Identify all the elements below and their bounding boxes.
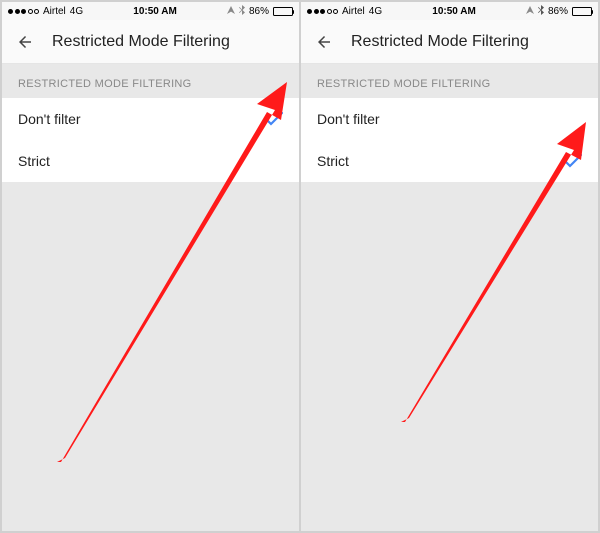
phone-screen-right: Airtel 4G 10:50 AM 86% Restricted Mode F… [299,2,598,531]
back-arrow-icon[interactable] [16,33,34,51]
signal-strength-icon [307,9,338,14]
option-dont-filter[interactable]: Don't filter [301,98,598,140]
battery-icon [572,7,592,16]
carrier-label: Airtel [43,6,66,17]
checkmark-icon [564,154,582,168]
page-header: Restricted Mode Filtering [2,20,299,64]
section-label: RESTRICTED MODE FILTERING [301,64,598,98]
clock-label: 10:50 AM [432,6,476,17]
signal-strength-icon [8,9,39,14]
comparison-container: Airtel 4G 10:50 AM 86% Restricted Mode F… [0,0,600,533]
location-icon [227,6,235,17]
carrier-label: Airtel [342,6,365,17]
back-arrow-icon[interactable] [315,33,333,51]
status-bar-right: 86% [227,5,293,18]
option-label: Don't filter [317,111,380,127]
option-strict[interactable]: Strict [2,140,299,182]
clock-label: 10:50 AM [133,6,177,17]
bluetooth-icon [239,5,245,18]
status-bar-left: Airtel 4G [307,6,382,17]
option-label: Strict [317,153,349,169]
page-header: Restricted Mode Filtering [301,20,598,64]
option-label: Strict [18,153,50,169]
checkmark-icon [265,112,283,126]
section-label: RESTRICTED MODE FILTERING [2,64,299,98]
option-dont-filter[interactable]: Don't filter [2,98,299,140]
phone-screen-left: Airtel 4G 10:50 AM 86% Restricted Mode F… [2,2,299,531]
option-strict[interactable]: Strict [301,140,598,182]
options-list: Don't filter Strict [301,98,598,182]
content-area: RESTRICTED MODE FILTERING Don't filter S… [2,64,299,531]
content-area: RESTRICTED MODE FILTERING Don't filter S… [301,64,598,531]
status-bar-right: 86% [526,5,592,18]
status-bar-left: Airtel 4G [8,6,83,17]
options-list: Don't filter Strict [2,98,299,182]
option-label: Don't filter [18,111,81,127]
page-title: Restricted Mode Filtering [351,33,529,51]
network-label: 4G [70,6,83,17]
bluetooth-icon [538,5,544,18]
battery-icon [273,7,293,16]
status-bar: Airtel 4G 10:50 AM 86% [301,2,598,20]
battery-percent-label: 86% [249,6,269,17]
page-title: Restricted Mode Filtering [52,33,230,51]
status-bar: Airtel 4G 10:50 AM 86% [2,2,299,20]
location-icon [526,6,534,17]
battery-percent-label: 86% [548,6,568,17]
network-label: 4G [369,6,382,17]
